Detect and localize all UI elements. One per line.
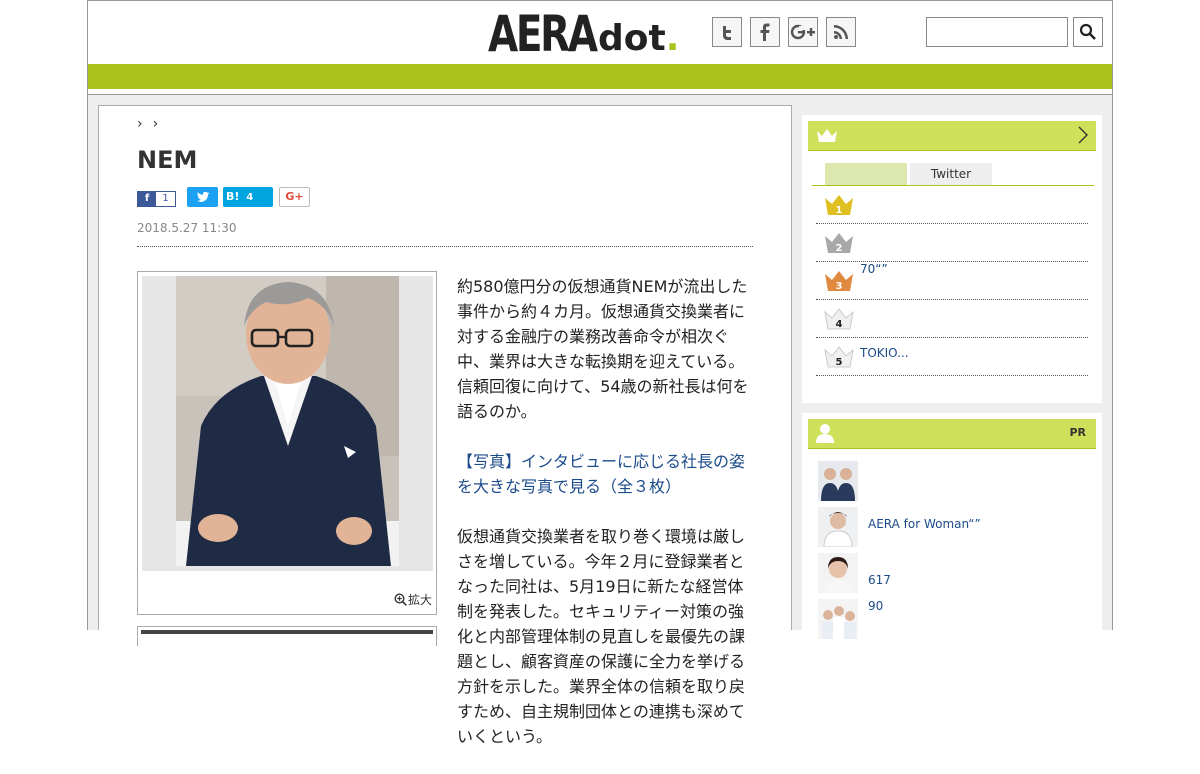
svg-text:2: 2 xyxy=(836,243,843,254)
google-plus-icon[interactable] xyxy=(788,17,818,47)
hatena-count: 4 xyxy=(246,192,254,203)
tab-access-ranking[interactable] xyxy=(825,163,907,185)
article-title: NEM xyxy=(137,146,198,174)
list-item[interactable]: 5 TOKIO... xyxy=(816,338,1088,376)
pr-thumbnail xyxy=(818,553,858,593)
ranking-title: 70“” xyxy=(860,262,888,276)
zoom-label: 拡大 xyxy=(407,593,432,607)
twitter-icon[interactable] xyxy=(712,17,742,47)
article-photo-frame[interactable]: 拡大 xyxy=(137,271,437,615)
pr-title: 617 xyxy=(868,573,891,587)
ranking-header[interactable] xyxy=(808,121,1096,151)
article-date: 2018.5.27 11:30 xyxy=(137,221,237,235)
rank-4-crown-icon: 4 xyxy=(824,308,854,330)
article-body: 約580億円分の仮想通貨NEMが流出した事件から約４カ月。仮想通貨交換業者に対す… xyxy=(457,274,757,774)
second-photo xyxy=(141,630,433,634)
ranking-list: 1 2 3 70“” 4 5 TOKIO... xyxy=(816,186,1088,376)
list-item[interactable]: 3 70“” xyxy=(816,262,1088,300)
facebook-icon: f xyxy=(138,192,156,206)
facebook-share-count: 1 xyxy=(162,193,169,204)
pr-header: PR xyxy=(808,419,1096,449)
share-buttons: f 1 B! 4 G+ xyxy=(137,187,310,207)
svg-text:5: 5 xyxy=(836,357,843,368)
hatena-bookmark-button[interactable]: B! 4 xyxy=(223,187,273,207)
breadcrumb-separator[interactable]: › xyxy=(137,116,143,132)
svg-text:4: 4 xyxy=(836,319,843,330)
pr-thumbnail xyxy=(818,507,858,547)
rank-1-crown-icon: 1 xyxy=(825,195,853,216)
list-item[interactable]: 1 xyxy=(816,186,1088,224)
pr-thumbnail xyxy=(818,461,858,501)
twitter-share-button[interactable] xyxy=(187,187,218,207)
facebook-icon[interactable] xyxy=(750,17,780,47)
article-panel: › › NEM f 1 B! 4 G+ 2018.5.27 11:30 拡大 約… xyxy=(98,105,792,746)
pr-widget: PR AERA for Woman“” 617 90 xyxy=(802,413,1102,639)
list-item[interactable]: AERA for Woman“” xyxy=(818,507,1094,551)
list-item[interactable]: 2 xyxy=(816,224,1088,262)
article-paragraph: 仮想通貨交換業者を取り巻く環境は厳しさを増している。今年２月に登録業者となった同… xyxy=(457,527,746,746)
search-icon xyxy=(1079,23,1096,40)
pr-title: 90 xyxy=(868,599,884,613)
svg-text:1: 1 xyxy=(836,205,843,216)
ranking-widget: Twitter 1 2 3 70“” 4 5 TOKIO... xyxy=(802,115,1102,403)
list-item[interactable] xyxy=(818,461,1094,505)
ranking-tabs: Twitter xyxy=(812,161,1094,186)
zoom-in-icon xyxy=(394,593,407,606)
rss-icon[interactable] xyxy=(826,17,856,47)
photo-gallery-link[interactable]: 【写真】インタビューに応じる社長の姿を大きな写真で見る（全３枚） xyxy=(457,452,745,496)
breadcrumb-separator[interactable]: › xyxy=(153,116,159,132)
breadcrumb: › › xyxy=(137,116,158,132)
pr-list: AERA for Woman“” 617 90 xyxy=(818,461,1094,645)
pr-thumbnail xyxy=(818,599,858,639)
person-icon xyxy=(816,424,834,443)
logo-main: AERA xyxy=(488,5,598,63)
pr-title: AERA for Woman“” xyxy=(868,517,981,531)
google-plus-share-button[interactable]: G+ xyxy=(279,187,310,207)
rank-2-crown-icon: 2 xyxy=(825,233,853,254)
divider xyxy=(137,246,753,247)
rank-5-crown-icon: 5 xyxy=(824,346,854,368)
logo-sub: dot. xyxy=(598,18,680,59)
zoom-button[interactable]: 拡大 xyxy=(394,591,432,608)
social-links xyxy=(712,17,856,47)
facebook-share-button[interactable]: f 1 xyxy=(137,191,176,207)
google-plus-label: G+ xyxy=(285,190,304,203)
search-button[interactable] xyxy=(1073,17,1103,47)
svg-text:3: 3 xyxy=(836,281,843,292)
article-photo xyxy=(176,276,399,566)
article-paragraph: 約580億円分の仮想通貨NEMが流出した事件から約４カ月。仮想通貨交換業者に対す… xyxy=(457,277,749,421)
twitter-bird-icon xyxy=(196,191,209,202)
search-input[interactable] xyxy=(926,17,1068,47)
ranking-title: TOKIO... xyxy=(860,346,909,360)
second-photo-frame[interactable] xyxy=(137,626,437,646)
chevron-right-icon[interactable] xyxy=(1078,126,1088,148)
site-logo[interactable]: AERA dot. xyxy=(488,7,679,59)
list-item[interactable]: 90 xyxy=(818,599,1094,643)
rank-3-crown-icon: 3 xyxy=(825,271,853,292)
site-header: AERA dot. xyxy=(87,0,1113,64)
list-item[interactable]: 617 xyxy=(818,553,1094,597)
crown-icon xyxy=(817,129,837,142)
list-item[interactable]: 4 xyxy=(816,300,1088,338)
hatena-label: B! xyxy=(226,190,240,203)
global-nav-bar xyxy=(87,64,1113,89)
pr-label: PR xyxy=(1069,426,1086,439)
tab-twitter[interactable]: Twitter xyxy=(910,163,992,185)
